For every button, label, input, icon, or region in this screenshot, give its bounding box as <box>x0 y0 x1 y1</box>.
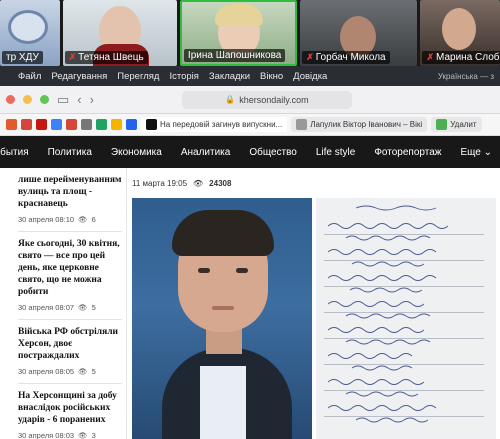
mic-muted-icon: ✗ <box>68 52 77 62</box>
article-portrait-photo[interactable] <box>132 198 312 439</box>
lock-icon: 🔒 <box>225 95 236 104</box>
nav-item-politics[interactable]: Политика <box>48 147 92 158</box>
participant-tile[interactable]: ✗ Горбач Микола <box>300 0 418 66</box>
bookmark-icon[interactable] <box>111 119 122 130</box>
participant-tile[interactable]: ✗ Марина Слоб <box>420 0 500 66</box>
screen: тр ХДУ ✗ Тетяна Швець Ірина Шапошникова ✗… <box>0 0 500 439</box>
site-favicon <box>436 119 448 130</box>
list-item[interactable]: Війська РФ обстріляли Херсон, двоє постр… <box>18 320 122 384</box>
chevron-down-icon: ⌄ <box>483 146 492 158</box>
minimize-window-button[interactable] <box>23 95 32 104</box>
participant-hair <box>214 4 263 26</box>
bookmark-icon[interactable] <box>81 119 92 130</box>
nav-item-photo-report[interactable]: Фоторепортаж <box>374 147 441 158</box>
menu-item-help[interactable]: Довідка <box>293 71 327 82</box>
article-meta: 11 марта 19:05 👁 24308 <box>132 179 231 188</box>
bookmark-icon[interactable] <box>36 119 47 130</box>
menu-item-edit[interactable]: Редагування <box>51 71 107 82</box>
mic-muted-icon: ✗ <box>306 52 314 62</box>
column-divider <box>126 168 127 439</box>
news-title[interactable]: Війська РФ обстріляли Херсон, двоє постр… <box>18 326 122 362</box>
browser-tab[interactable]: На передовій загинув випускни... <box>141 117 288 132</box>
news-title[interactable]: На Херсонщині за добу внаслідок російськ… <box>18 390 122 426</box>
news-meta: 30 апреля 08:10 👁 6 <box>18 215 96 224</box>
bookmark-icon[interactable] <box>126 119 137 130</box>
mic-muted-icon: ✗ <box>426 52 435 62</box>
news-meta: 30 апреля 08:03 👁 3 <box>18 431 96 439</box>
gmail-icon[interactable] <box>21 119 32 130</box>
browser-window: ▭ ‹ › 🔒 khersondaily.com На передовій за… <box>0 86 500 439</box>
nav-item-economy[interactable]: Экономика <box>111 147 162 158</box>
participant-name: ✗ Тетяна Швець <box>64 51 148 64</box>
eye-icon: 👁 <box>78 431 88 439</box>
sidebar-toggle-icon[interactable]: ▭ <box>57 92 69 108</box>
photo-mouth <box>212 306 234 310</box>
participant-name: ✗ Марина Слоб <box>422 51 500 64</box>
bookmark-icon[interactable] <box>6 119 17 130</box>
address-bar[interactable]: 🔒 khersondaily.com <box>181 90 352 109</box>
wikipedia-icon <box>296 119 308 130</box>
maximize-window-button[interactable] <box>40 95 49 104</box>
eye-icon: 👁 <box>193 179 204 188</box>
input-language-indicator[interactable]: Українська — з <box>438 72 500 81</box>
browser-tab[interactable]: Лапулик Віктор Іванович – Вікі <box>291 117 428 132</box>
close-window-button[interactable] <box>6 95 15 104</box>
gmail-icon[interactable] <box>66 119 77 130</box>
drive-icon[interactable] <box>96 119 107 130</box>
menu-item-window[interactable]: Вікно <box>260 71 283 82</box>
site-navigation: События Политика Экономика Аналитика Общ… <box>0 136 500 168</box>
participant-name: ✗ Горбач Микола <box>302 51 390 64</box>
news-meta: 30 апреля 08:07 👁 5 <box>18 303 96 312</box>
news-title[interactable]: лише перейменуванням вулиць та площ - кр… <box>18 174 122 210</box>
news-meta: 30 апреля 08:05 👁 5 <box>18 367 96 376</box>
url-text: khersondaily.com <box>239 94 309 105</box>
eye-icon: 👁 <box>78 367 88 376</box>
nav-item-more[interactable]: Еще ⌄ <box>460 147 492 158</box>
article-date: 11 марта 19:05 <box>132 179 188 188</box>
bookmarks-and-tabs-bar: На передовій загинув випускни... Лапулик… <box>0 114 500 136</box>
nav-item-lifestyle[interactable]: Life style <box>316 147 355 158</box>
nav-item-events[interactable]: События <box>0 147 29 158</box>
handwriting-scribbles <box>327 205 449 423</box>
menu-item-view[interactable]: Перегляд <box>117 71 159 82</box>
list-item[interactable]: Яке сьогодні, 30 квітня, свято — все про… <box>18 232 122 320</box>
nav-item-analytics[interactable]: Аналитика <box>181 147 231 158</box>
photo-eye <box>236 268 248 273</box>
eye-icon: 👁 <box>78 215 88 224</box>
menu-item-history[interactable]: Історія <box>169 71 198 82</box>
participant-tile-active-speaker[interactable]: Ірина Шапошникова <box>179 0 298 66</box>
article-views: 24308 <box>209 179 232 188</box>
article-handwritten-document[interactable] <box>316 198 496 439</box>
mac-menu-bar: Файл Редагування Перегляд Історія Заклад… <box>0 66 500 86</box>
menu-item-bookmarks[interactable]: Закладки <box>209 71 250 82</box>
participant-name: тр ХДУ <box>2 51 43 64</box>
nav-item-society[interactable]: Общество <box>249 147 297 158</box>
bookmark-icon[interactable] <box>51 119 62 130</box>
menu-item-file[interactable]: Файл <box>18 71 41 82</box>
photo-hair <box>172 210 274 256</box>
forward-arrow-icon[interactable]: › <box>90 92 94 107</box>
zoom-participants-strip: тр ХДУ ✗ Тетяна Швець Ірина Шапошникова ✗… <box>0 0 500 66</box>
browser-tab[interactable]: Удалит <box>431 117 482 132</box>
list-item[interactable]: На Херсонщині за добу внаслідок російськ… <box>18 384 122 439</box>
participant-tile[interactable]: ✗ Тетяна Швець <box>62 0 177 66</box>
photo-shirt-collar <box>200 366 246 439</box>
sidebar-news-list: лише перейменуванням вулиць та площ - кр… <box>18 168 122 439</box>
list-item[interactable]: лише перейменуванням вулиць та площ - кр… <box>18 168 122 232</box>
page-content: лише перейменуванням вулиць та площ - кр… <box>0 168 500 439</box>
university-logo-icon <box>8 10 48 44</box>
news-title[interactable]: Яке сьогодні, 30 квітня, свято — все про… <box>18 238 122 298</box>
eye-icon: 👁 <box>78 303 88 312</box>
participant-video <box>442 8 477 50</box>
photo-eye <box>198 268 210 273</box>
participant-name: Ірина Шапошникова <box>183 49 286 62</box>
browser-toolbar: ▭ ‹ › 🔒 khersondaily.com <box>0 86 500 114</box>
participant-tile[interactable]: тр ХДУ <box>0 0 60 66</box>
back-arrow-icon[interactable]: ‹ <box>77 92 81 107</box>
site-favicon <box>146 119 157 130</box>
